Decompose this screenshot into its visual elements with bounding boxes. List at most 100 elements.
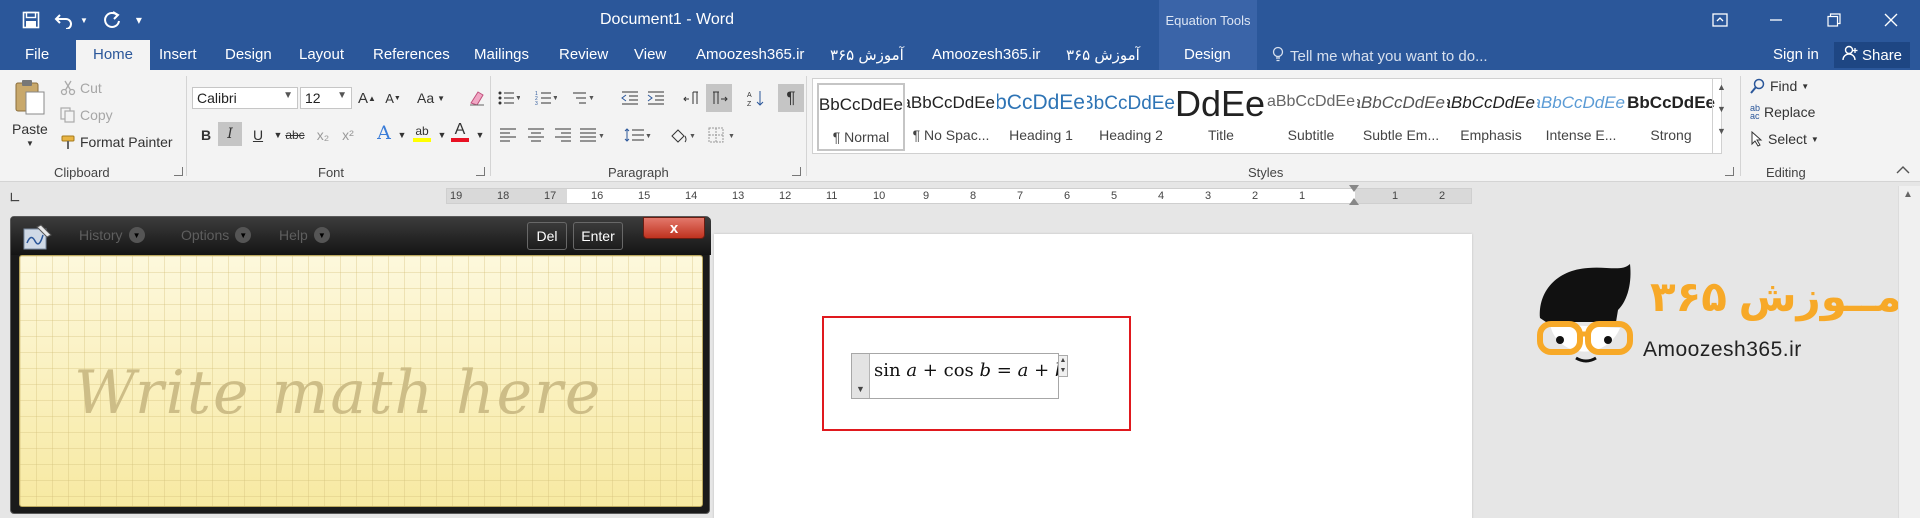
highlight-button[interactable]: ab [412, 121, 432, 145]
save-icon[interactable] [22, 8, 40, 32]
math-writing-area[interactable]: Write math here [19, 255, 703, 507]
chevron-up-icon[interactable]: ▲ [1713, 82, 1730, 92]
vertical-scrollbar[interactable] [1898, 186, 1920, 518]
style-heading-2[interactable]: AaBbCcDdEe Heading 2 [1087, 83, 1175, 151]
multilevel-list-icon[interactable]: ▼ [572, 86, 594, 110]
font-color-dropdown-icon[interactable]: ▼ [470, 123, 490, 147]
text-effects-dropdown-icon[interactable]: ▼ [392, 123, 412, 147]
chevron-down-icon[interactable]: ▼ [856, 384, 865, 394]
tab-insert[interactable]: Insert [159, 46, 197, 63]
grow-font-button[interactable]: A ▲ [357, 86, 377, 110]
style-normal[interactable]: AaBbCcDdEe ¶ Normal [817, 83, 905, 151]
justify-icon[interactable]: ▼ [580, 123, 604, 147]
indent-marker-icon[interactable] [1349, 198, 1359, 205]
style-title[interactable]: AaBbCcDdEe Title [1177, 83, 1265, 151]
font-color-button[interactable]: A [450, 120, 470, 144]
rtl-direction-icon[interactable] [706, 84, 732, 112]
increase-indent-icon[interactable] [646, 86, 666, 110]
paste-button[interactable]: Paste ▼ [12, 78, 48, 148]
share-button[interactable]: Share [1834, 42, 1911, 68]
subscript-button[interactable]: x₂ [313, 123, 333, 147]
tab-review[interactable]: Review [559, 46, 608, 63]
shrink-font-button[interactable]: A ▼ [383, 86, 403, 110]
line-spacing-icon[interactable]: ▼ [624, 123, 652, 147]
redo-icon[interactable] [102, 8, 122, 32]
replace-button[interactable]: ab ac Replace [1750, 104, 1815, 121]
font-size-combo[interactable]: 12 ▼ [300, 87, 352, 109]
undo-dropdown-icon[interactable]: ▼ [80, 8, 88, 32]
tab-amoozesh-1-fa[interactable]: آموزش ۳۶۵ [830, 46, 904, 64]
style-subtle-emphasis[interactable]: AaBbCcDdEe Subtle Em... [1357, 83, 1445, 151]
paragraph-launcher-icon[interactable] [792, 167, 801, 176]
tab-amoozesh-2[interactable]: Amoozesh365.ir [932, 46, 1040, 63]
tab-view[interactable]: View [634, 46, 666, 63]
style-subtitle[interactable]: AaBbCcDdEe Subtitle [1267, 83, 1355, 151]
numbering-icon[interactable]: 1 2 3 ▼ [535, 86, 557, 110]
strikethrough-button[interactable]: abc [285, 123, 305, 147]
style-intense-emphasis[interactable]: AaBbCcDdEe Intense E... [1537, 83, 1625, 151]
del-button[interactable]: Del [527, 222, 567, 250]
superscript-button[interactable]: x² [338, 123, 358, 147]
equation-options-icon[interactable]: ▲ ▼ [1058, 355, 1068, 377]
close-panel-button[interactable]: x [643, 217, 705, 239]
align-center-icon[interactable] [526, 123, 546, 147]
borders-icon[interactable]: ▼ [708, 123, 738, 147]
enter-button[interactable]: Enter [573, 222, 623, 250]
tab-equation-design[interactable]: Design [1184, 46, 1231, 63]
align-right-icon[interactable] [553, 123, 573, 147]
copy-button[interactable]: Copy [60, 107, 113, 123]
horizontal-ruler[interactable]: 19 18 17 16 15 14 13 12 11 10 9 8 7 6 5 … [446, 185, 1472, 205]
pilcrow-icon[interactable]: ¶ [778, 84, 804, 112]
select-button[interactable]: Select ▼ [1750, 131, 1819, 147]
tell-me-box[interactable]: Tell me what you want to do... [1272, 46, 1488, 66]
tab-mailings[interactable]: Mailings [474, 46, 529, 63]
clear-formatting-icon[interactable] [467, 86, 487, 110]
tab-references[interactable]: References [373, 46, 450, 63]
equation-handle[interactable]: ▼ [852, 354, 870, 398]
highlight-dropdown-icon[interactable]: ▼ [432, 123, 452, 147]
equation-container[interactable]: ▼ sin a + cos b = a + b [851, 353, 1066, 399]
tab-amoozesh-1[interactable]: Amoozesh365.ir [696, 46, 804, 63]
text-effects-button[interactable]: A [374, 121, 394, 145]
bullets-icon[interactable]: ▼ [498, 86, 520, 110]
tab-amoozesh-2-fa[interactable]: آموزش ۳۶۵ [1066, 46, 1140, 64]
shading-icon[interactable]: ▼ [668, 123, 696, 147]
sort-icon[interactable]: AZ [746, 86, 766, 110]
tab-design[interactable]: Design [225, 46, 272, 63]
close-icon[interactable] [1871, 4, 1911, 36]
help-menu[interactable]: Help ▼ [279, 227, 330, 243]
sign-in-link[interactable]: Sign in [1773, 46, 1819, 63]
italic-button[interactable]: I [218, 122, 242, 146]
ribbon-display-options-icon[interactable] [1700, 4, 1740, 36]
options-menu[interactable]: Options ▼ [181, 227, 252, 243]
style-strong[interactable]: AaBbCcDdEe Strong [1627, 83, 1715, 151]
more-styles-icon[interactable]: ▼ [1713, 126, 1730, 136]
style-emphasis[interactable]: AaBbCcDdEe Emphasis [1447, 83, 1535, 151]
cut-button[interactable]: Cut [60, 80, 102, 96]
tab-file[interactable]: File [25, 46, 49, 63]
restore-icon[interactable] [1814, 4, 1854, 36]
chevron-down-icon[interactable]: ▼ [1713, 104, 1730, 114]
tab-layout[interactable]: Layout [299, 46, 344, 63]
scroll-up-icon[interactable]: ▲ [1903, 189, 1913, 200]
undo-icon[interactable] [54, 8, 76, 32]
clipboard-launcher-icon[interactable] [174, 167, 183, 176]
collapse-ribbon-icon[interactable] [1896, 164, 1910, 178]
ltr-direction-icon[interactable] [682, 86, 702, 110]
history-menu[interactable]: History ▼ [79, 227, 145, 243]
style-no-spacing[interactable]: AaBbCcDdEe ¶ No Spac... [907, 83, 995, 151]
underline-button[interactable]: U [248, 123, 268, 147]
equation-text[interactable]: sin a + cos b = a + b [874, 360, 1066, 381]
style-heading-1[interactable]: AaBbCcDdEe Heading 1 [997, 83, 1085, 151]
align-left-icon[interactable] [498, 123, 518, 147]
minimize-icon[interactable] [1756, 4, 1796, 36]
format-painter-button[interactable]: Format Painter [60, 134, 173, 150]
font-family-combo[interactable]: Calibri ▼ [192, 87, 298, 109]
tab-selector-icon[interactable] [10, 192, 20, 202]
styles-launcher-icon[interactable] [1725, 167, 1734, 176]
bold-button[interactable]: B [196, 123, 216, 147]
font-launcher-icon[interactable] [476, 167, 485, 176]
find-button[interactable]: Find ▼ [1750, 78, 1809, 94]
customize-qat-icon[interactable]: ▾ [136, 8, 142, 32]
change-case-button[interactable]: Aa ▼ [417, 86, 445, 110]
